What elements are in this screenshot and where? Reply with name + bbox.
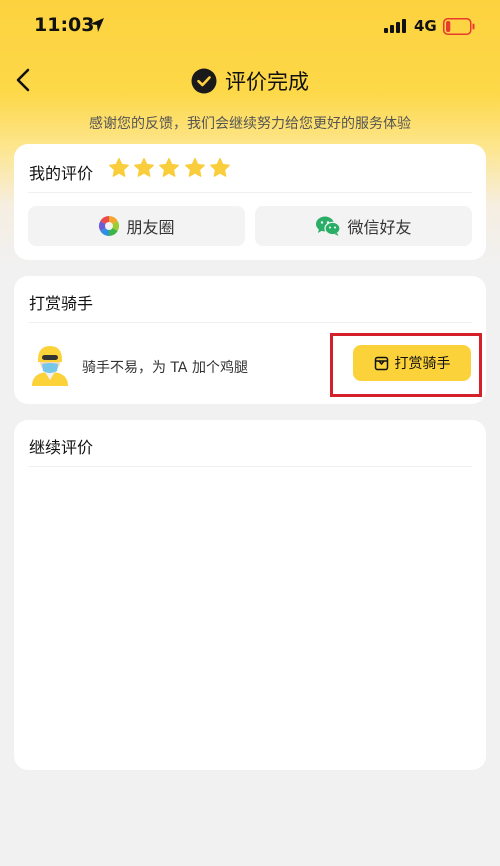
star-rating [108,157,234,179]
rider-avatar-icon [32,346,68,386]
share-moments-button[interactable]: 朋友圈 [28,206,245,246]
feedback-subtitle: 感谢您的反馈，我们会继续努力给您更好的服务体验 [89,116,411,132]
continue-rating-card: 继续评价 [14,420,486,770]
continue-rating-title: 继续评价 [29,438,94,457]
wechat-icon [316,216,342,236]
status-bar: 11:03 4G [0,0,500,52]
star-icon [209,157,230,177]
tip-card-title: 打赏骑手 [29,294,94,313]
star-icon [134,157,155,177]
location-arrow-icon [90,18,104,32]
tip-rider-card: 打赏骑手 骑手不易，为 TA 加个鸡腿 打赏骑手 [14,276,486,404]
star-icon [109,157,129,177]
divider [28,322,472,323]
star-icon [159,157,180,177]
my-rating-card: 我的评价 朋友圈 微信好友 [14,144,486,260]
cellular-signal-icon [384,19,406,33]
page-title: 评价完成 [225,70,309,94]
share-moments-label: 朋友圈 [126,218,175,237]
share-wechat-button[interactable]: 微信好友 [255,206,472,246]
battery-icon [443,18,475,35]
share-wechat-label: 微信好友 [347,218,412,237]
moments-icon [99,216,120,236]
star-icon [184,157,205,177]
divider [28,466,472,467]
status-time: 11:03 [34,14,95,36]
my-rating-label: 我的评价 [29,164,94,183]
tip-message: 骑手不易，为 TA 加个鸡腿 [82,360,248,376]
tip-rider-button[interactable]: 打赏骑手 [353,345,471,381]
page-header: 评价完成 [0,64,500,98]
tip-button-label: 打赏骑手 [394,356,451,372]
divider [28,192,472,193]
gift-box-icon [374,356,388,370]
network-type: 4G [414,17,437,35]
check-circle-icon [191,68,217,94]
